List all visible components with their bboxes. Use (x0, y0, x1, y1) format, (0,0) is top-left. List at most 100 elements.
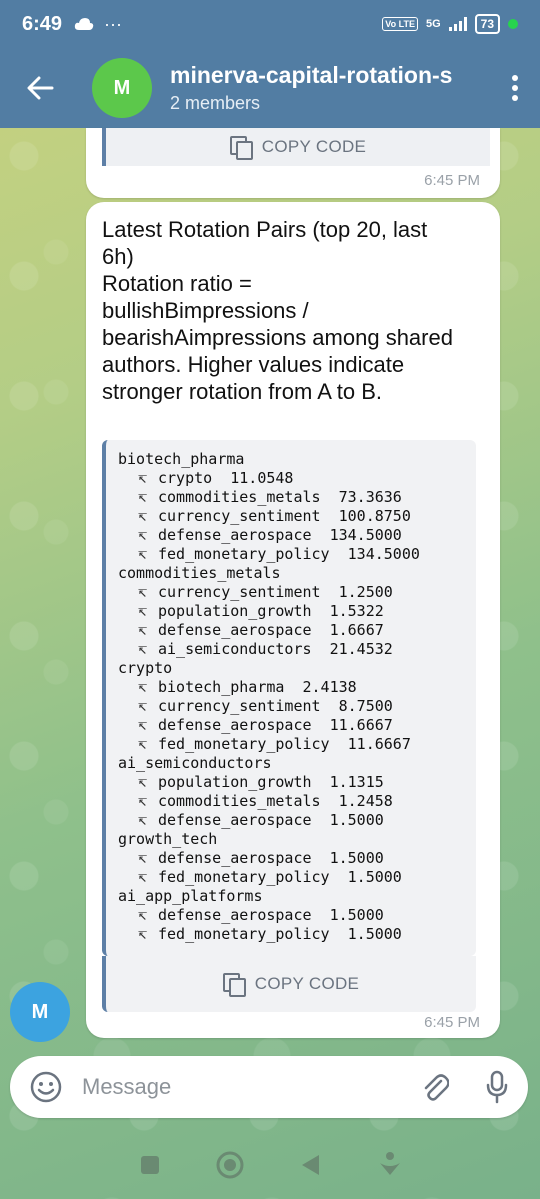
code-item-line: ↸ defense_aerospace 1.5000 (118, 849, 476, 868)
rotation-arrow-icon: ↸ (138, 735, 148, 753)
code-item-line: ↸ commodities_metals 73.3636 (118, 488, 476, 507)
attach-button[interactable] (404, 1056, 466, 1118)
code-text: defense_aerospace 1.6667 (158, 621, 384, 639)
message-bubble: Latest Rotation Pairs (top 20, last 6h) … (86, 202, 500, 1038)
rotation-arrow-icon: ↸ (138, 526, 148, 544)
message-time: 6:45 PM (424, 1014, 480, 1031)
message-input[interactable] (82, 1074, 404, 1100)
rotation-arrow-icon: ↸ (138, 849, 148, 867)
cloud-icon (74, 18, 94, 30)
copy-code-button[interactable]: COPY CODE (102, 128, 490, 166)
network-type: 5G (425, 18, 441, 30)
code-text: fed_monetary_policy 134.5000 (158, 545, 420, 563)
rotation-arrow-icon: ↸ (138, 716, 148, 734)
message-bubble-previous: COPY CODE 6:45 PM (86, 128, 500, 198)
code-item-line: ↸ defense_aerospace 1.6667 (118, 621, 476, 640)
code-item-line: ↸ population_growth 1.5322 (118, 602, 476, 621)
microphone-icon (486, 1070, 508, 1104)
message-line: Rotation ratio = (102, 271, 252, 296)
member-count: 2 members (170, 93, 261, 113)
emoji-button[interactable] (10, 1056, 82, 1118)
message-line: authors. Higher values indicate (102, 352, 405, 377)
group-avatar[interactable]: M (92, 58, 152, 118)
chat-title: minerva-capital-rotation-s (170, 62, 453, 88)
message-text: Latest Rotation Pairs (top 20, last 6h) … (102, 216, 486, 405)
code-text: commodities_metals 1.2458 (158, 792, 393, 810)
paperclip-icon (424, 1074, 449, 1101)
code-item-line: ↸ defense_aerospace 134.5000 (118, 526, 476, 545)
message-line: 6h) (102, 244, 134, 269)
rotation-arrow-icon: ↸ (138, 545, 148, 563)
code-text: fed_monetary_policy 1.5000 (158, 925, 402, 943)
rotation-arrow-icon: ↸ (138, 792, 148, 810)
rotation-arrow-icon: ↸ (138, 507, 148, 525)
rotation-arrow-icon: ↸ (138, 469, 148, 487)
circle-home-icon (216, 1151, 244, 1178)
code-group-line: commodities_metals (118, 564, 476, 583)
square-icon (141, 1155, 159, 1174)
code-text: defense_aerospace 1.5000 (158, 906, 384, 924)
rotation-arrow-icon: ↸ (138, 811, 148, 829)
chat-header: M minerva-capital-rotation-s 2 members (0, 48, 540, 128)
code-text: commodities_metals (118, 564, 281, 582)
recent-apps-button[interactable] (130, 1145, 170, 1185)
code-text: commodities_metals 73.3636 (158, 488, 402, 506)
message-line: bullishBimpressions / (102, 298, 309, 323)
rotation-arrow-icon: ↸ (138, 773, 148, 791)
message-line: stronger rotation from A to B. (102, 379, 383, 404)
code-text: ai_semiconductors 21.4532 (158, 640, 393, 658)
code-text: biotech_pharma 2.4138 (158, 678, 357, 696)
home-button[interactable] (210, 1145, 250, 1185)
code-text: defense_aerospace 134.5000 (158, 526, 402, 544)
code-text: ai_semiconductors (118, 754, 272, 772)
signal-icon (448, 17, 467, 31)
code-text: currency_sentiment 100.8750 (158, 507, 411, 525)
back-nav-button[interactable] (290, 1145, 330, 1185)
smiley-icon (30, 1071, 62, 1103)
copy-icon (222, 973, 246, 997)
download-arrow-icon (380, 1151, 400, 1175)
code-text: population_growth 1.5322 (158, 602, 384, 620)
rotation-arrow-icon: ↸ (138, 583, 148, 601)
code-item-line: ↸ biotech_pharma 2.4138 (118, 678, 476, 697)
code-item-line: ↸ commodities_metals 1.2458 (118, 792, 476, 811)
status-bar: 6:49 ··· Vo LTE 5G 73 (0, 0, 540, 48)
code-text: crypto 11.0548 (158, 469, 294, 487)
code-text: fed_monetary_policy 1.5000 (158, 868, 402, 886)
message-time: 6:45 PM (424, 172, 480, 189)
code-item-line: ↸ fed_monetary_policy 1.5000 (118, 868, 476, 887)
message-composer (10, 1056, 528, 1118)
voice-message-button[interactable] (466, 1056, 528, 1118)
system-nav-bar (0, 1130, 540, 1199)
kebab-menu-icon (512, 75, 518, 101)
code-text: defense_aerospace 1.5000 (158, 811, 384, 829)
copy-code-button[interactable]: COPY CODE (102, 956, 476, 1012)
rotation-arrow-icon: ↸ (138, 640, 148, 658)
back-button[interactable] (0, 48, 80, 128)
code-item-line: ↸ crypto 11.0548 (118, 469, 476, 488)
code-item-line: ↸ fed_monetary_policy 134.5000 (118, 545, 476, 564)
code-item-line: ↸ defense_aerospace 1.5000 (118, 906, 476, 925)
more-options-button[interactable] (490, 48, 540, 128)
rotation-arrow-icon: ↸ (138, 697, 148, 715)
code-text: fed_monetary_policy 11.6667 (158, 735, 411, 753)
rotation-arrow-icon: ↸ (138, 602, 148, 620)
rotation-arrow-icon: ↸ (138, 868, 148, 886)
code-group-line: ai_semiconductors (118, 754, 476, 773)
code-group-line: ai_app_platforms (118, 887, 476, 906)
code-text: currency_sentiment 1.2500 (158, 583, 393, 601)
code-block[interactable]: biotech_pharma ↸ crypto 11.0548 ↸ commoditie… (102, 440, 476, 956)
code-text: crypto (118, 659, 173, 677)
more-notifications-icon: ··· (104, 13, 123, 34)
code-item-line: ↸ defense_aerospace 1.5000 (118, 811, 476, 830)
rotation-arrow-icon: ↸ (138, 488, 148, 506)
sender-avatar[interactable]: M (10, 982, 70, 1042)
code-text: population_growth 1.1315 (158, 773, 384, 791)
code-item-line: ↸ ai_semiconductors 21.4532 (118, 640, 476, 659)
code-text: currency_sentiment 8.7500 (158, 697, 393, 715)
code-group-line: biotech_pharma (118, 450, 476, 469)
chat-info[interactable]: minerva-capital-rotation-s 2 members (170, 62, 490, 114)
code-text: defense_aerospace 1.5000 (158, 849, 384, 867)
code-item-line: ↸ currency_sentiment 100.8750 (118, 507, 476, 526)
accessibility-button[interactable] (370, 1145, 410, 1185)
